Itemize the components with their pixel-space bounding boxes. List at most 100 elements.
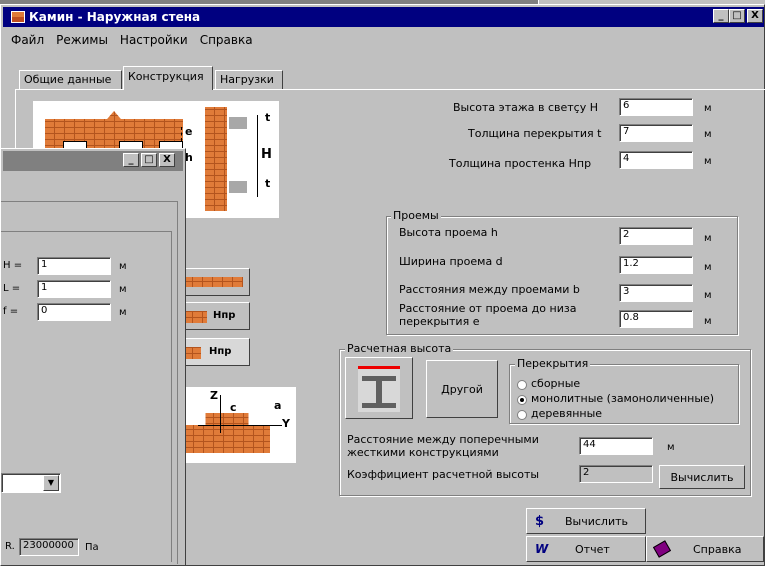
menu-bar: Файл Режимы Настройки Справка <box>5 31 259 49</box>
openings-group-title: Проемы <box>391 209 441 222</box>
pier-thickness-input[interactable]: 4 <box>619 151 693 169</box>
radio-monolithic-label: монолитные (замоноличенные) <box>531 392 715 405</box>
slab-bottom <box>229 181 247 193</box>
profile-label-y: Y <box>282 417 290 430</box>
opening-height-unit: м <box>704 233 712 244</box>
coef-label: Коэффициент расчетной высоты <box>347 468 540 481</box>
maximize-button[interactable]: □ <box>729 9 745 23</box>
back-maximize-button[interactable]: □ <box>141 153 157 167</box>
section-thumb-3-label: Hпр <box>209 346 232 357</box>
back-titlebar[interactable]: _ □ X <box>3 151 183 171</box>
section-thumb-1[interactable] <box>178 268 250 296</box>
radio-monolithic[interactable] <box>517 395 527 405</box>
ibeam-icon <box>358 366 400 412</box>
stiff-distance-label: Расстояние между поперечными жесткими ко… <box>347 433 539 459</box>
slab-thickness-label: Толщина перекрытия t <box>468 127 602 140</box>
back-dropdown[interactable]: ▼ <box>1 473 61 493</box>
dimension-e-line <box>181 127 183 141</box>
radio-prefab-label: сборные <box>531 377 581 390</box>
chevron-down-icon[interactable]: ▼ <box>43 475 59 491</box>
label-H: H <box>261 147 272 162</box>
back-modulus-input[interactable]: 23000000 <box>19 538 79 556</box>
back-h-input[interactable]: 1 <box>37 257 111 275</box>
back-f-label: f = <box>3 306 19 317</box>
back-l-input[interactable]: 1 <box>37 280 111 298</box>
tab-loads[interactable]: Нагрузки <box>215 70 283 90</box>
section-thumb-3[interactable]: Hпр <box>178 338 250 366</box>
dollar-icon: $ <box>535 513 545 529</box>
storey-height-input[interactable]: 6 <box>619 98 693 116</box>
calc-button[interactable]: $ Вычислить <box>526 508 646 534</box>
opening-spacing-label: Расстояния между проемами b <box>399 283 580 296</box>
close-button[interactable]: X <box>747 9 763 23</box>
y-axis <box>198 425 282 426</box>
radio-prefab[interactable] <box>517 380 527 390</box>
z-axis <box>220 395 221 433</box>
profile-diagram: Z c a Y <box>178 387 296 463</box>
back-f-unit: м <box>119 307 127 318</box>
opening-height-label: Высота проема h <box>399 226 498 239</box>
window-title: Камин - Наружная стена <box>29 10 201 24</box>
menu-help[interactable]: Справка <box>194 31 259 49</box>
help-button[interactable]: Справка <box>646 536 764 562</box>
app-icon <box>11 11 25 23</box>
slab-top <box>229 117 247 129</box>
slabs-group-title: Перекрытия <box>515 357 591 370</box>
label-e: e <box>185 125 193 138</box>
storey-height-label: Высота этажа в светçу H <box>453 101 598 114</box>
opening-width-unit: м <box>704 262 712 273</box>
pier-thickness-unit: м <box>704 156 712 167</box>
tab-construction[interactable]: Конструкция <box>123 66 213 90</box>
stiff-distance-unit: м <box>667 442 675 453</box>
storey-height-unit: м <box>704 103 712 114</box>
slab-thickness-unit: м <box>704 129 712 140</box>
calc-height-group-title: Расчетная высота <box>345 342 454 355</box>
stiff-distance-input[interactable]: 44 <box>579 437 653 455</box>
back-modulus-label: R. <box>5 541 15 552</box>
section-thumb-2[interactable]: Hпр <box>178 302 250 330</box>
opening-to-slab-input[interactable]: 0.8 <box>619 310 693 328</box>
back-h-label: H = <box>3 260 23 271</box>
section-icon-button[interactable] <box>345 357 413 419</box>
radio-wooden-label: деревянные <box>531 407 603 420</box>
menu-file[interactable]: Файл <box>5 31 50 49</box>
pier-thickness-label: Толщина простенка Hпр <box>449 157 592 170</box>
back-close-button[interactable]: X <box>159 153 175 167</box>
word-icon: W <box>535 542 549 556</box>
opening-spacing-input[interactable]: 3 <box>619 284 693 302</box>
opening-to-slab-label: Расстояние от проема до низа перекрытия … <box>399 302 577 328</box>
menu-settings[interactable]: Настройки <box>114 31 194 49</box>
opening-width-label: Ширина проема d <box>399 255 503 268</box>
main-titlebar[interactable]: Камин - Наружная стена _ □ X <box>3 7 764 27</box>
back-minimize-button[interactable]: _ <box>123 153 139 167</box>
wall-section-image <box>205 107 227 211</box>
radio-wooden[interactable] <box>517 410 527 420</box>
back-l-label: L = <box>3 283 21 294</box>
profile-label-z: Z <box>210 389 218 402</box>
back-window: _ □ X H = 1 м L = 1 м f = 0 м ▼ R. 23000… <box>0 148 186 566</box>
profile-label-c: c <box>230 401 237 414</box>
other-button[interactable]: Другой <box>426 360 498 418</box>
label-h: h <box>185 151 193 164</box>
calc-button-label: Вычислить <box>565 514 628 528</box>
report-button-label: Отчет <box>575 542 610 556</box>
slab-thickness-input[interactable]: 7 <box>619 124 693 142</box>
opening-width-input[interactable]: 1.2 <box>619 256 693 274</box>
back-l-unit: м <box>119 284 127 295</box>
back-h-unit: м <box>119 261 127 272</box>
label-t-bottom: t <box>265 177 271 190</box>
profile-label-a: a <box>274 399 282 412</box>
opening-spacing-unit: м <box>704 290 712 301</box>
help-button-label: Справка <box>693 542 742 556</box>
minimize-button[interactable]: _ <box>713 9 729 23</box>
opening-height-input[interactable]: 2 <box>619 227 693 245</box>
coef-field: 2 <box>579 465 653 483</box>
report-button[interactable]: W Отчет <box>526 536 646 562</box>
tab-general[interactable]: Общие данные <box>19 70 122 90</box>
section-thumb-2-label: Hпр <box>213 310 236 321</box>
menu-modes[interactable]: Режимы <box>50 31 114 49</box>
book-icon <box>652 540 672 558</box>
back-f-input[interactable]: 0 <box>37 303 111 321</box>
coef-calc-button[interactable]: Вычислить <box>659 465 745 489</box>
opening-to-slab-unit: м <box>704 316 712 327</box>
